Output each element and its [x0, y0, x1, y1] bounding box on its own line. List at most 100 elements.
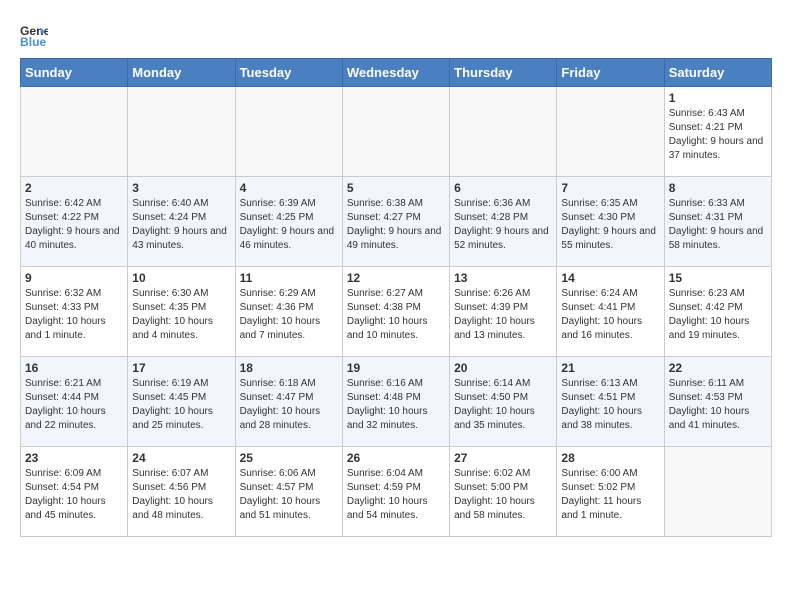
day-number: 17	[132, 361, 230, 375]
day-info: Sunrise: 6:36 AM Sunset: 4:28 PM Dayligh…	[454, 197, 552, 253]
day-number: 22	[669, 361, 767, 375]
day-number: 12	[347, 271, 445, 285]
calendar-cell	[21, 87, 128, 177]
day-info: Sunrise: 6:13 AM Sunset: 4:51 PM Dayligh…	[561, 377, 659, 433]
calendar-cell	[342, 87, 449, 177]
day-info: Sunrise: 6:27 AM Sunset: 4:38 PM Dayligh…	[347, 287, 445, 343]
calendar-cell: 7 Sunrise: 6:35 AM Sunset: 4:30 PM Daylig…	[557, 177, 664, 267]
day-number: 1	[669, 91, 767, 105]
calendar-cell: 9 Sunrise: 6:32 AM Sunset: 4:33 PM Daylig…	[21, 267, 128, 357]
calendar-cell: 2 Sunrise: 6:42 AM Sunset: 4:22 PM Daylig…	[21, 177, 128, 267]
day-number: 24	[132, 451, 230, 465]
week-row-3: 9 Sunrise: 6:32 AM Sunset: 4:33 PM Daylig…	[21, 267, 772, 357]
calendar-cell	[664, 447, 771, 537]
calendar-table: SundayMondayTuesdayWednesdayThursdayFrid…	[20, 58, 772, 537]
calendar-cell: 28 Sunrise: 6:00 AM Sunset: 5:02 PM Dayli…	[557, 447, 664, 537]
day-info: Sunrise: 6:35 AM Sunset: 4:30 PM Dayligh…	[561, 197, 659, 253]
day-number: 16	[25, 361, 123, 375]
week-row-5: 23Sunrise: 6:09 AM Sunset: 4:54 PM Dayli…	[21, 447, 772, 537]
calendar-cell: 21Sunrise: 6:13 AM Sunset: 4:51 PM Dayli…	[557, 357, 664, 447]
calendar-cell: 26 Sunrise: 6:04 AM Sunset: 4:59 PM Dayli…	[342, 447, 449, 537]
weekday-header-friday: Friday	[557, 59, 664, 87]
weekday-header-wednesday: Wednesday	[342, 59, 449, 87]
day-number: 2	[25, 181, 123, 195]
day-number: 19	[347, 361, 445, 375]
calendar-cell: 5 Sunrise: 6:38 AM Sunset: 4:27 PM Daylig…	[342, 177, 449, 267]
week-row-4: 16 Sunrise: 6:21 AM Sunset: 4:44 PM Dayli…	[21, 357, 772, 447]
calendar-cell: 12 Sunrise: 6:27 AM Sunset: 4:38 PM Dayli…	[342, 267, 449, 357]
day-info: Sunrise: 6:11 AM Sunset: 4:53 PM Dayligh…	[669, 377, 767, 433]
calendar-cell: 8 Sunrise: 6:33 AM Sunset: 4:31 PM Daylig…	[664, 177, 771, 267]
day-info: Sunrise: 6:02 AM Sunset: 5:00 PM Dayligh…	[454, 467, 552, 523]
calendar-cell: 13 Sunrise: 6:26 AM Sunset: 4:39 PM Dayli…	[450, 267, 557, 357]
day-info: Sunrise: 6:04 AM Sunset: 4:59 PM Dayligh…	[347, 467, 445, 523]
calendar-cell: 3 Sunrise: 6:40 AM Sunset: 4:24 PM Daylig…	[128, 177, 235, 267]
day-info: Sunrise: 6:06 AM Sunset: 4:57 PM Dayligh…	[240, 467, 338, 523]
day-number: 4	[240, 181, 338, 195]
calendar-cell: 16 Sunrise: 6:21 AM Sunset: 4:44 PM Dayli…	[21, 357, 128, 447]
day-info: Sunrise: 6:23 AM Sunset: 4:42 PM Dayligh…	[669, 287, 767, 343]
svg-text:Blue: Blue	[20, 35, 47, 48]
day-info: Sunrise: 6:07 AM Sunset: 4:56 PM Dayligh…	[132, 467, 230, 523]
day-number: 11	[240, 271, 338, 285]
calendar-cell: 1 Sunrise: 6:43 AM Sunset: 4:21 PM Daylig…	[664, 87, 771, 177]
day-info: Sunrise: 6:16 AM Sunset: 4:48 PM Dayligh…	[347, 377, 445, 433]
day-number: 18	[240, 361, 338, 375]
day-info: Sunrise: 6:09 AM Sunset: 4:54 PM Dayligh…	[25, 467, 123, 523]
day-number: 15	[669, 271, 767, 285]
day-number: 28	[561, 451, 659, 465]
logo-icon: General Blue	[20, 20, 48, 48]
calendar-cell: 14 Sunrise: 6:24 AM Sunset: 4:41 PM Dayli…	[557, 267, 664, 357]
day-info: Sunrise: 6:21 AM Sunset: 4:44 PM Dayligh…	[25, 377, 123, 433]
day-info: Sunrise: 6:42 AM Sunset: 4:22 PM Dayligh…	[25, 197, 123, 253]
calendar-cell: 22 Sunrise: 6:11 AM Sunset: 4:53 PM Dayli…	[664, 357, 771, 447]
calendar-cell: 11 Sunrise: 6:29 AM Sunset: 4:36 PM Dayli…	[235, 267, 342, 357]
calendar-cell: 27 Sunrise: 6:02 AM Sunset: 5:00 PM Dayli…	[450, 447, 557, 537]
calendar-cell	[450, 87, 557, 177]
day-number: 14	[561, 271, 659, 285]
calendar-cell: 24 Sunrise: 6:07 AM Sunset: 4:56 PM Dayli…	[128, 447, 235, 537]
calendar-cell: 19 Sunrise: 6:16 AM Sunset: 4:48 PM Dayli…	[342, 357, 449, 447]
weekday-header-thursday: Thursday	[450, 59, 557, 87]
day-info: Sunrise: 6:40 AM Sunset: 4:24 PM Dayligh…	[132, 197, 230, 253]
day-number: 9	[25, 271, 123, 285]
weekday-header-row: SundayMondayTuesdayWednesdayThursdayFrid…	[21, 59, 772, 87]
day-info: Sunrise: 6:26 AM Sunset: 4:39 PM Dayligh…	[454, 287, 552, 343]
day-number: 10	[132, 271, 230, 285]
day-number: 8	[669, 181, 767, 195]
day-number: 26	[347, 451, 445, 465]
calendar-cell: 17Sunrise: 6:19 AM Sunset: 4:45 PM Dayli…	[128, 357, 235, 447]
weekday-header-tuesday: Tuesday	[235, 59, 342, 87]
day-info: Sunrise: 6:38 AM Sunset: 4:27 PM Dayligh…	[347, 197, 445, 253]
day-info: Sunrise: 6:30 AM Sunset: 4:35 PM Dayligh…	[132, 287, 230, 343]
day-info: Sunrise: 6:43 AM Sunset: 4:21 PM Dayligh…	[669, 107, 767, 163]
day-info: Sunrise: 6:32 AM Sunset: 4:33 PM Dayligh…	[25, 287, 123, 343]
day-info: Sunrise: 6:18 AM Sunset: 4:47 PM Dayligh…	[240, 377, 338, 433]
logo: General Blue	[20, 20, 48, 48]
week-row-1: 1 Sunrise: 6:43 AM Sunset: 4:21 PM Daylig…	[21, 87, 772, 177]
calendar-cell	[128, 87, 235, 177]
weekday-header-monday: Monday	[128, 59, 235, 87]
day-number: 7	[561, 181, 659, 195]
day-number: 3	[132, 181, 230, 195]
header: General Blue	[20, 20, 772, 48]
calendar-cell: 25Sunrise: 6:06 AM Sunset: 4:57 PM Dayli…	[235, 447, 342, 537]
day-info: Sunrise: 6:24 AM Sunset: 4:41 PM Dayligh…	[561, 287, 659, 343]
day-number: 20	[454, 361, 552, 375]
calendar-cell: 20Sunrise: 6:14 AM Sunset: 4:50 PM Dayli…	[450, 357, 557, 447]
calendar-cell: 15 Sunrise: 6:23 AM Sunset: 4:42 PM Dayli…	[664, 267, 771, 357]
day-info: Sunrise: 6:29 AM Sunset: 4:36 PM Dayligh…	[240, 287, 338, 343]
day-info: Sunrise: 6:33 AM Sunset: 4:31 PM Dayligh…	[669, 197, 767, 253]
weekday-header-sunday: Sunday	[21, 59, 128, 87]
day-number: 6	[454, 181, 552, 195]
day-number: 27	[454, 451, 552, 465]
calendar-cell: 23Sunrise: 6:09 AM Sunset: 4:54 PM Dayli…	[21, 447, 128, 537]
week-row-2: 2 Sunrise: 6:42 AM Sunset: 4:22 PM Daylig…	[21, 177, 772, 267]
calendar-cell	[235, 87, 342, 177]
day-number: 13	[454, 271, 552, 285]
weekday-header-saturday: Saturday	[664, 59, 771, 87]
calendar-cell: 18 Sunrise: 6:18 AM Sunset: 4:47 PM Dayli…	[235, 357, 342, 447]
day-number: 5	[347, 181, 445, 195]
day-info: Sunrise: 6:00 AM Sunset: 5:02 PM Dayligh…	[561, 467, 659, 523]
calendar-cell	[557, 87, 664, 177]
